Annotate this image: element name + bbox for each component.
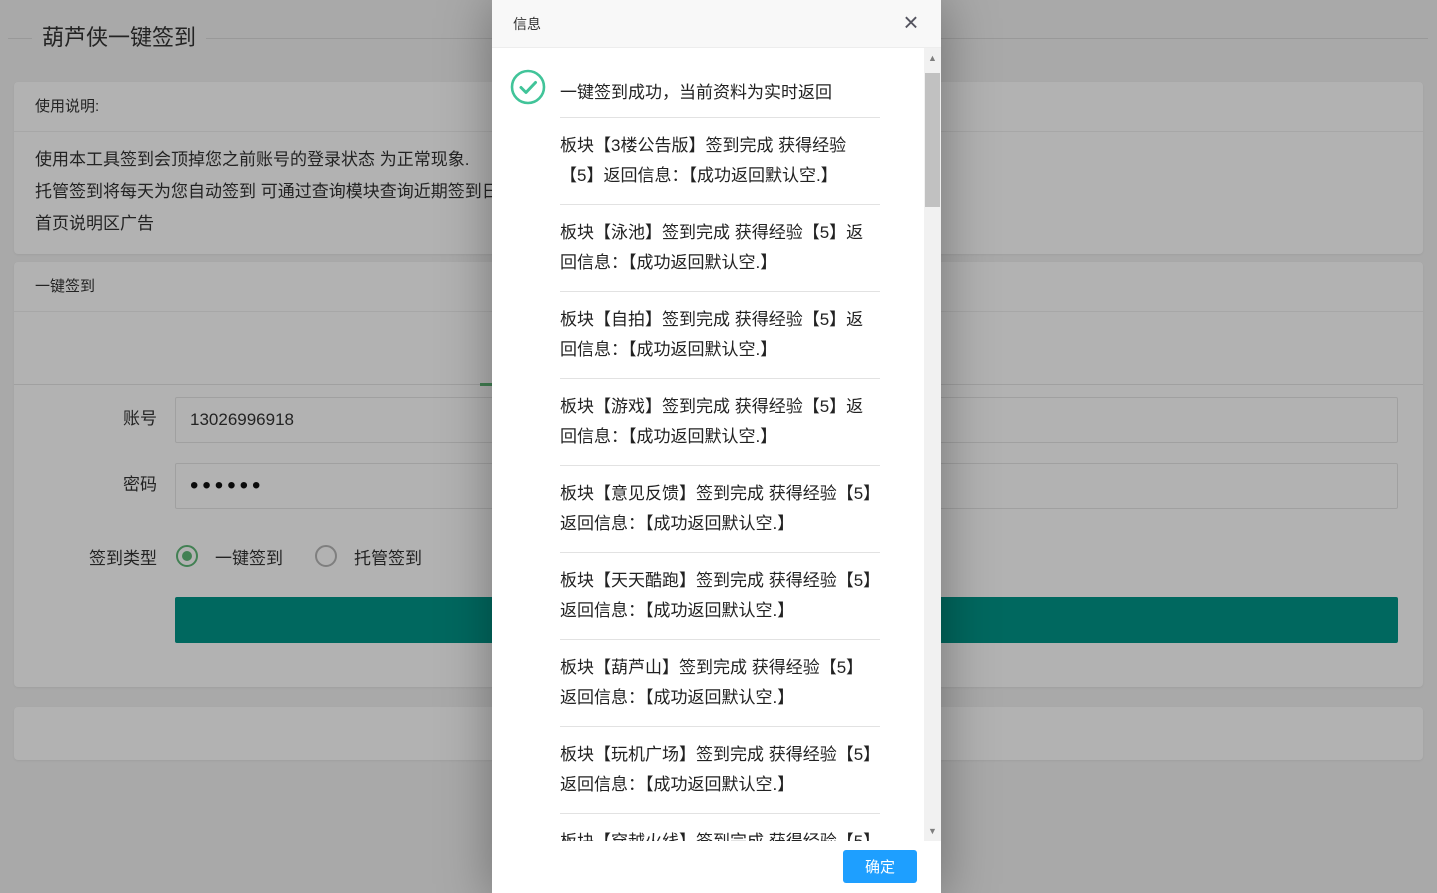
scrollbar-down-arrow-icon[interactable]: ▼ — [924, 824, 941, 838]
success-message: 一键签到成功，当前资料为实时返回 — [560, 83, 832, 102]
signin-result-list: 板块【3楼公告版】签到完成 获得经验【5】返回信息：【成功返回默认空.】 板块【… — [560, 118, 880, 841]
modal-body: 一键签到成功，当前资料为实时返回 板块【3楼公告版】签到完成 获得经验【5】返回… — [492, 48, 924, 841]
modal-title: 信息 — [513, 16, 541, 32]
success-check-icon — [510, 69, 546, 105]
list-item: 板块【3楼公告版】签到完成 获得经验【5】返回信息：【成功返回默认空.】 — [560, 118, 880, 205]
close-icon[interactable]: × — [893, 0, 929, 47]
scrollbar-up-arrow-icon[interactable]: ▲ — [924, 51, 941, 65]
list-item: 板块【葫芦山】签到完成 获得经验【5】返回信息：【成功返回默认空.】 — [560, 640, 880, 727]
list-item: 板块【自拍】签到完成 获得经验【5】返回信息：【成功返回默认空.】 — [560, 292, 880, 379]
list-item: 板块【天天酷跑】签到完成 获得经验【5】返回信息：【成功返回默认空.】 — [560, 553, 880, 640]
info-modal: 信息 × 一键签到成功，当前资料为实时返回 板块【3楼公告版】签到完成 获得经验… — [492, 0, 941, 893]
list-item: 板块【泳池】签到完成 获得经验【5】返回信息：【成功返回默认空.】 — [560, 205, 880, 292]
screen: 葫芦侠一键签到 使用说明: 使用本工具签到会顶掉您之前账号的登录状态 为正常现象… — [0, 0, 1437, 893]
list-item: 板块【玩机广场】签到完成 获得经验【5】返回信息：【成功返回默认空.】 — [560, 727, 880, 814]
modal-footer: 确定 — [492, 841, 941, 893]
list-item: 板块【穿越火线】签到完成 获得经验【5】返回信息：【成功返回默认空.】 — [560, 814, 880, 841]
modal-header: 信息 × — [492, 0, 941, 48]
success-row: 一键签到成功，当前资料为实时返回 — [560, 48, 880, 118]
confirm-button[interactable]: 确定 — [843, 850, 917, 883]
modal-scrollbar[interactable]: ▲ ▼ — [924, 48, 941, 841]
scrollbar-thumb[interactable] — [925, 73, 940, 207]
list-item: 板块【游戏】签到完成 获得经验【5】返回信息：【成功返回默认空.】 — [560, 379, 880, 466]
list-item: 板块【意见反馈】签到完成 获得经验【5】返回信息：【成功返回默认空.】 — [560, 466, 880, 553]
